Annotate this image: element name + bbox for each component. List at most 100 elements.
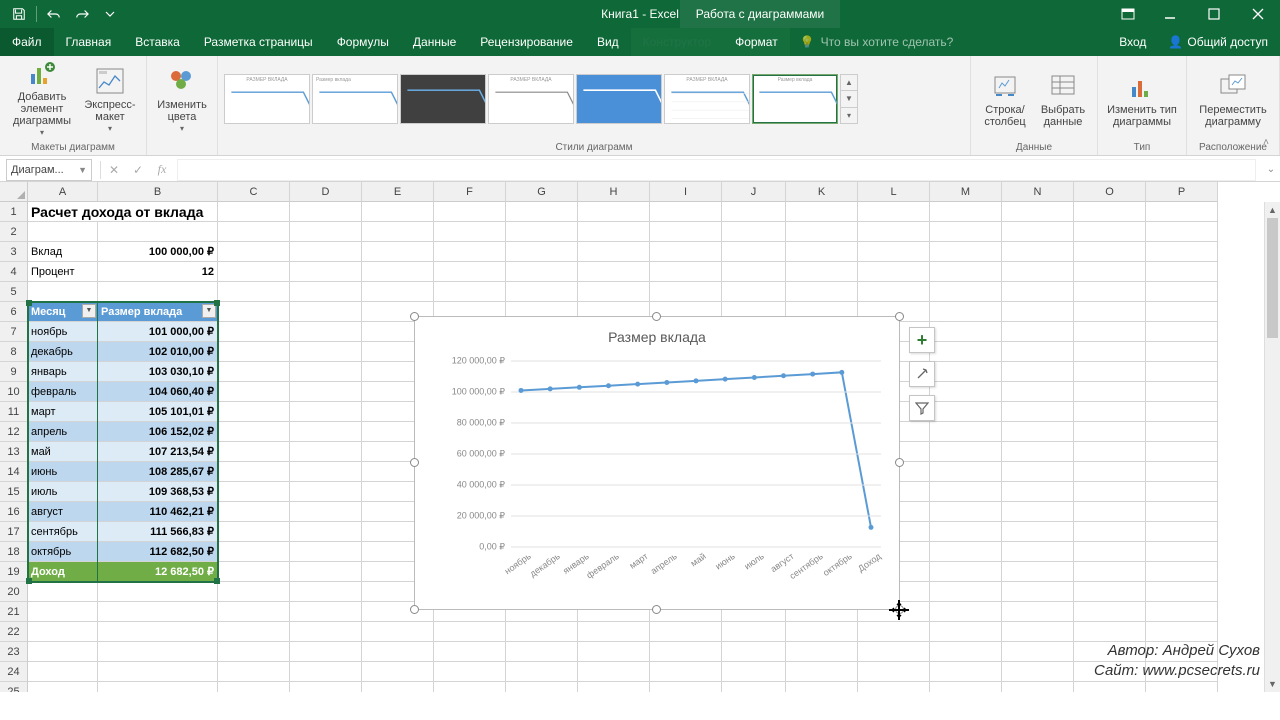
cell[interactable]: сентябрь	[28, 522, 98, 542]
row-header[interactable]: 14	[0, 462, 28, 482]
cell[interactable]	[290, 322, 362, 342]
cell[interactable]	[218, 222, 290, 242]
cell[interactable]	[506, 222, 578, 242]
row-header[interactable]: 6	[0, 302, 28, 322]
cell[interactable]: 103 030,10 ₽	[98, 362, 218, 382]
chart-style-2[interactable]: Размер вклада	[312, 74, 398, 124]
cell[interactable]	[930, 422, 1002, 442]
cell[interactable]	[1146, 542, 1218, 562]
cell[interactable]	[434, 262, 506, 282]
cell[interactable]	[1002, 522, 1074, 542]
cell[interactable]	[1074, 362, 1146, 382]
insert-function-icon[interactable]: fx	[151, 160, 173, 180]
cell[interactable]	[858, 242, 930, 262]
cell[interactable]	[290, 582, 362, 602]
cell[interactable]	[28, 582, 98, 602]
cell[interactable]	[218, 282, 290, 302]
cell[interactable]	[218, 642, 290, 662]
column-header[interactable]: C	[218, 182, 290, 202]
scroll-down-icon[interactable]: ▼	[1265, 676, 1280, 692]
cell[interactable]	[290, 282, 362, 302]
cell[interactable]	[218, 382, 290, 402]
cell[interactable]	[1074, 582, 1146, 602]
column-header[interactable]: J	[722, 182, 786, 202]
cell[interactable]	[930, 682, 1002, 692]
cell[interactable]	[506, 202, 578, 222]
cell[interactable]	[290, 242, 362, 262]
column-header[interactable]: D	[290, 182, 362, 202]
row-header[interactable]: 1	[0, 202, 28, 222]
cell[interactable]	[218, 522, 290, 542]
row-header[interactable]: 11	[0, 402, 28, 422]
cell[interactable]	[722, 242, 786, 262]
cell[interactable]	[98, 622, 218, 642]
close-button[interactable]	[1236, 0, 1280, 28]
cell[interactable]	[578, 622, 650, 642]
cell[interactable]	[28, 282, 98, 302]
cell[interactable]	[1146, 242, 1218, 262]
cell[interactable]	[362, 242, 434, 262]
cell[interactable]: 102 010,00 ₽	[98, 342, 218, 362]
cell[interactable]	[722, 282, 786, 302]
cell[interactable]: 12 682,50 ₽	[98, 562, 218, 582]
cell[interactable]	[434, 202, 506, 222]
select-all-button[interactable]	[0, 182, 28, 202]
cell[interactable]	[930, 342, 1002, 362]
cell[interactable]	[930, 282, 1002, 302]
cell[interactable]	[218, 562, 290, 582]
cell[interactable]	[218, 502, 290, 522]
cell[interactable]	[1146, 322, 1218, 342]
column-header[interactable]: H	[578, 182, 650, 202]
cell[interactable]: 101 000,00 ₽	[98, 322, 218, 342]
column-header[interactable]: I	[650, 182, 722, 202]
cell[interactable]	[362, 222, 434, 242]
cancel-formula-icon[interactable]: ✕	[103, 160, 125, 180]
row-header[interactable]: 3	[0, 242, 28, 262]
collapse-ribbon-icon[interactable]: ˄	[1256, 137, 1276, 153]
cell[interactable]: февраль	[28, 382, 98, 402]
cell[interactable]	[1146, 522, 1218, 542]
cell[interactable]	[1002, 342, 1074, 362]
cell[interactable]: 109 368,53 ₽	[98, 482, 218, 502]
cell[interactable]	[1146, 262, 1218, 282]
cell[interactable]	[218, 622, 290, 642]
cell[interactable]	[930, 482, 1002, 502]
column-header[interactable]: A	[28, 182, 98, 202]
cell[interactable]: Доход	[28, 562, 98, 582]
cell[interactable]	[218, 362, 290, 382]
cell[interactable]	[786, 642, 858, 662]
cell[interactable]	[218, 442, 290, 462]
cell[interactable]	[786, 282, 858, 302]
cell[interactable]: август	[28, 502, 98, 522]
cell[interactable]	[290, 382, 362, 402]
cell[interactable]	[1146, 562, 1218, 582]
cell[interactable]	[1002, 262, 1074, 282]
vertical-scrollbar[interactable]: ▲ ▼	[1264, 202, 1280, 692]
cell[interactable]	[578, 222, 650, 242]
cell[interactable]	[722, 222, 786, 242]
row-header[interactable]: 7	[0, 322, 28, 342]
row-header[interactable]: 2	[0, 222, 28, 242]
row-header[interactable]: 19	[0, 562, 28, 582]
cell[interactable]	[218, 462, 290, 482]
cell[interactable]	[1074, 682, 1146, 692]
row-header[interactable]: 15	[0, 482, 28, 502]
column-header[interactable]: M	[930, 182, 1002, 202]
tab-review[interactable]: Рецензирование	[468, 28, 585, 56]
row-header[interactable]: 5	[0, 282, 28, 302]
cell[interactable]: декабрь	[28, 342, 98, 362]
cell[interactable]	[930, 462, 1002, 482]
cell[interactable]	[930, 622, 1002, 642]
undo-icon[interactable]	[41, 2, 67, 26]
cell[interactable]	[858, 282, 930, 302]
cell[interactable]	[1002, 502, 1074, 522]
change-chart-type-button[interactable]: Изменить тип диаграммы	[1104, 60, 1180, 138]
gallery-more-icon[interactable]: ▾	[841, 108, 857, 123]
cell[interactable]	[362, 662, 434, 682]
cell[interactable]	[1002, 402, 1074, 422]
cell[interactable]	[218, 422, 290, 442]
cell[interactable]	[434, 222, 506, 242]
cell[interactable]	[930, 262, 1002, 282]
cell[interactable]	[578, 242, 650, 262]
cell[interactable]	[506, 242, 578, 262]
